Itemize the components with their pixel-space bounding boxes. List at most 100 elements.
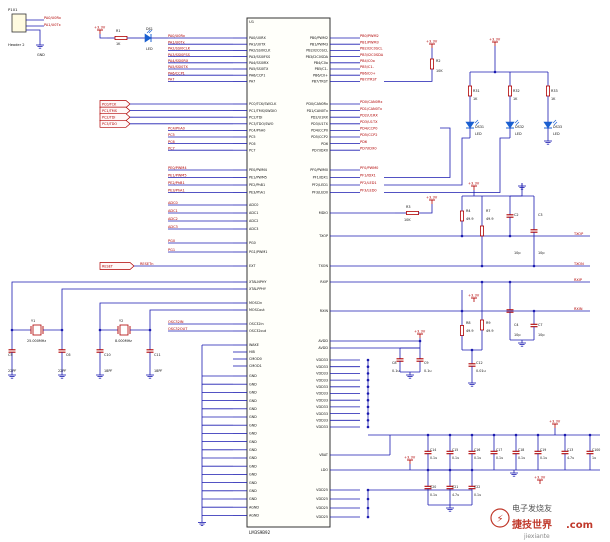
ref: R7 [486, 209, 491, 213]
net-label: PE2/PhB1 [168, 181, 185, 185]
chip-pin-name: PE3/PhA1 [249, 191, 265, 195]
junction-dot [514, 433, 518, 437]
chip-pin-name: GND [249, 464, 257, 468]
val: 49.9 [486, 329, 494, 333]
chip-pin-name: TXOP [318, 234, 328, 238]
ref: C15 [452, 448, 458, 452]
net-label: ADC0 [168, 201, 178, 205]
chip-pin-name: PB5/C1- [315, 67, 329, 71]
chip-part: LM3S9B92 [249, 530, 271, 535]
junction-dot [532, 264, 536, 268]
chip-pin-name: PC6 [249, 142, 256, 146]
led-ds33 [543, 121, 553, 129]
ref: C8 [392, 361, 397, 365]
chip-pin-name: PB3/I2C0SDA [306, 55, 329, 59]
chip-pin-name: PA1/U0TX [249, 42, 266, 46]
val: 0.1u [430, 456, 437, 460]
junction-dot [366, 385, 370, 389]
val: 10K [436, 69, 443, 73]
net-label: PF0/PWM0 [360, 166, 378, 170]
chip-pin-name: PA4/SSI0RX [249, 61, 269, 65]
val: 0.1u [518, 456, 525, 460]
chip-pin-name: PB6/C0+ [313, 73, 328, 77]
val: 1K [551, 97, 556, 101]
val: 4.7u [452, 493, 459, 497]
ref: R1 [116, 29, 121, 33]
chip-pin-name: PF3/LED0 [312, 191, 328, 195]
ref: C12 [476, 361, 483, 365]
net-label: PB2/I2C0SCL [360, 47, 383, 51]
chip-pin-name: CMOD1 [249, 364, 262, 368]
chip-pin-name: PB0/PWM2 [310, 36, 328, 40]
net-label: PB0/PWM2 [360, 34, 379, 38]
chip-pin-name: AVDD [318, 339, 328, 343]
val: 25.000MHz [27, 339, 46, 343]
net-label: PC5 [168, 133, 175, 137]
connector-body [11, 13, 27, 33]
ref: R3 [406, 205, 411, 209]
ref: R4 [466, 209, 471, 213]
port-label-text: RESET [102, 264, 114, 268]
ref: C9 [424, 361, 429, 365]
chip-pin-name: VDD33 [316, 425, 328, 429]
resistor-r1 [114, 36, 128, 41]
chip-pin-name: PD5/CCP2 [311, 135, 328, 139]
chip-pin-name: PC7 [249, 148, 256, 152]
val: 0.1u [452, 456, 459, 460]
ref: R33 [551, 89, 558, 93]
net-label: PD3/U1TX [360, 120, 378, 124]
net-label: PC7 [168, 146, 175, 150]
chip-pin-name: PA2/SSI0CLK [249, 49, 271, 53]
net-label: PE0/PWM4 [168, 166, 187, 170]
chip-pin-name: GND [249, 473, 257, 477]
chip-pin-name: PA5/SSI0TX [249, 67, 269, 71]
net-label: PA0/U0Rx [44, 16, 61, 20]
led-arrow [552, 119, 557, 124]
vcc-label: +3.3V [426, 196, 438, 200]
connector-name: Header 2 [8, 43, 25, 47]
net-label: ADC1 [168, 209, 178, 213]
val: LED [553, 132, 560, 136]
val: 10p [538, 251, 544, 255]
schematic-canvas: U1 LM3S9B92 PA0/U0RX PA1/U0TX PA2/SSI0CLK PA3… [0, 0, 610, 542]
ref: C14 [430, 448, 436, 452]
crystal-y1 [32, 324, 42, 336]
ref: C17 [496, 448, 502, 452]
chip-pin-name: CMOD0 [249, 357, 262, 361]
net-label: PC4/PhA0 [168, 127, 185, 131]
net-label: PF3/LED0 [360, 189, 377, 193]
ref: C10 [104, 353, 111, 357]
junction-dot [418, 339, 422, 343]
val: 1K [473, 97, 478, 101]
ref: Y2 [119, 319, 123, 323]
net-label: PB3/I2C0SDA [360, 53, 384, 57]
ref: R2 [436, 59, 441, 63]
chip-pin-name: VDD25 [316, 497, 328, 501]
net-label: TXOP [573, 232, 583, 236]
net-label: PD1/CAN0Tx [360, 107, 382, 111]
val: 1K [116, 42, 121, 46]
ref: C13 [567, 448, 573, 452]
resistor-r32 [507, 85, 512, 97]
vcc-label: +3.3V [468, 294, 480, 298]
connector-ref: P101 [8, 7, 18, 12]
led-ds31 [465, 121, 475, 129]
watermark-title: 电子发烧友 [512, 503, 552, 513]
chip-pin-name: PD4/CCP0 [311, 129, 328, 133]
port-label-text: PC0/TCK [102, 102, 117, 106]
chip-pin-name: VDD33 [316, 358, 328, 362]
vcc-label: +3.3V [549, 420, 561, 424]
wire [149, 309, 233, 330]
vcc-label: +3.3V [534, 476, 546, 480]
net-label: PD0/CAN0Rx [360, 100, 382, 104]
wire [510, 183, 523, 197]
net-label: TXON [573, 262, 584, 266]
junction-dot [426, 468, 430, 472]
junction-dot [508, 280, 512, 284]
chip-pin-name: PC4/PhA0 [249, 129, 265, 133]
val: 10K [404, 218, 411, 222]
chip-pin-name: MOSCin [249, 301, 262, 305]
vcc-label: +3.3V [489, 38, 501, 42]
chip-pin-name: HIB [249, 350, 256, 354]
net-label: RXIP [574, 278, 582, 282]
